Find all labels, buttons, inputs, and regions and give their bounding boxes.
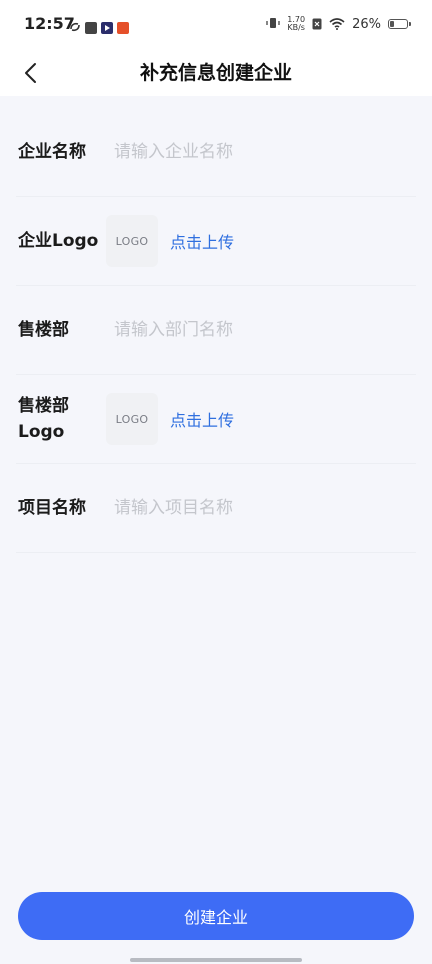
sales-department-label: 售楼部: [18, 320, 69, 340]
network-speed-unit: KB/s: [287, 23, 305, 32]
sales-department-logo-label: 售楼部Logo: [18, 396, 69, 442]
battery-icon: [388, 19, 411, 29]
app-notification-icon: [85, 21, 97, 34]
notification-icons: [69, 18, 129, 37]
sales-department-input[interactable]: [112, 320, 416, 340]
navigation-bar: 补充信息创建企业: [0, 50, 432, 96]
create-company-button[interactable]: 创建企业: [18, 892, 414, 940]
network-speed: 1.70 KB/s: [287, 16, 305, 32]
home-indicator[interactable]: [130, 958, 302, 962]
company-name-row: 企业名称: [16, 108, 416, 197]
sync-app-icon: [69, 18, 81, 37]
company-logo-label: 企业Logo: [18, 231, 99, 251]
company-logo-upload-link[interactable]: 点击上传: [170, 229, 234, 253]
sales-department-logo-upload-link[interactable]: 点击上传: [170, 407, 234, 431]
project-name-label: 项目名称: [18, 498, 86, 518]
status-indicators: 1.70 KB/s 26%: [266, 14, 411, 34]
sales-department-row: 售楼部: [16, 286, 416, 375]
sales-department-logo-placeholder[interactable]: LOGO: [106, 393, 158, 445]
company-logo-placeholder[interactable]: LOGO: [106, 215, 158, 267]
wifi-icon: [329, 15, 345, 34]
sales-department-logo-row: 售楼部Logo LOGO 点击上传: [16, 375, 416, 464]
battery-level-fill: [390, 21, 394, 27]
status-bar: 12:57 1.70 KB/s 26%: [0, 0, 432, 50]
page-title: 补充信息创建企业: [139, 62, 292, 84]
status-time: 12:57: [24, 14, 75, 33]
vibrate-icon: [266, 15, 280, 34]
company-name-label: 企业名称: [18, 142, 86, 162]
company-info-form: 企业名称 企业Logo LOGO 点击上传 售楼部 售楼部Logo LOGO 点…: [0, 108, 432, 553]
company-name-input[interactable]: [112, 142, 416, 162]
sim-disabled-icon: [312, 15, 322, 34]
shopping-app-icon: [117, 21, 129, 34]
video-app-icon: [101, 21, 113, 34]
company-logo-row: 企业Logo LOGO 点击上传: [16, 197, 416, 286]
battery-percent: 26%: [352, 16, 381, 32]
project-name-row: 项目名称: [16, 464, 416, 553]
project-name-input[interactable]: [112, 498, 416, 518]
